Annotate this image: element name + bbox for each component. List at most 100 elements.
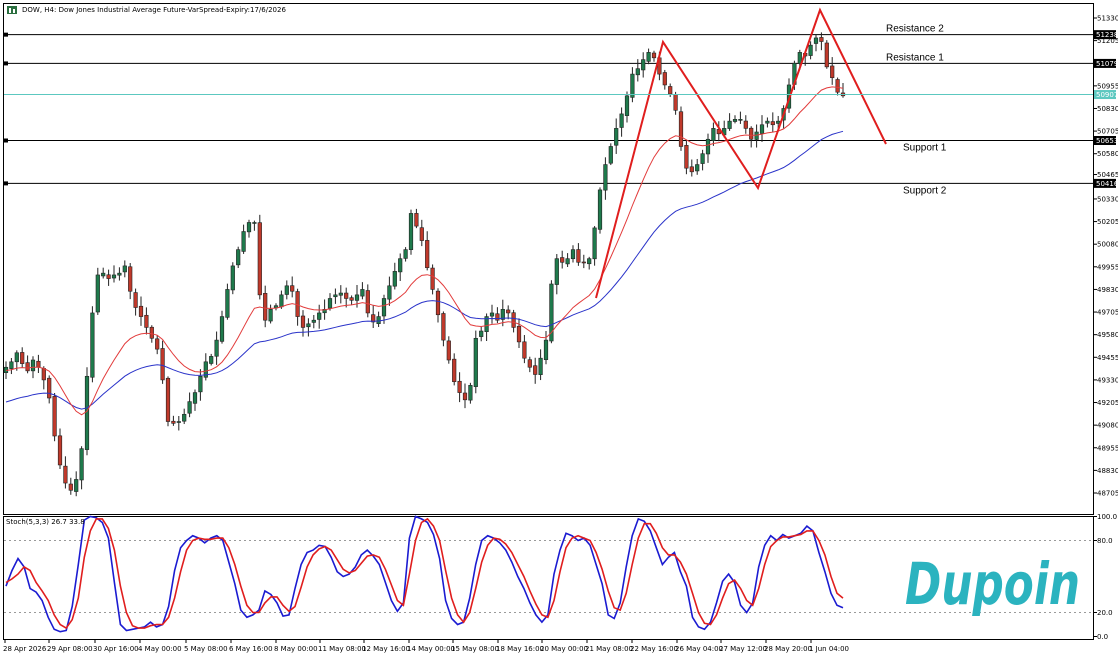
- candle-body: [770, 121, 775, 126]
- y-axis: 5133051205509555083050705505805046550330…: [1093, 15, 1118, 498]
- y-tick-label: 50580: [1097, 150, 1118, 158]
- candle-body: [587, 258, 592, 265]
- level-label: Resistance 1: [886, 52, 944, 63]
- candle-body: [176, 421, 181, 423]
- candle-body: [641, 59, 646, 71]
- x-axis: 28 Apr 2026 29 Apr 08:00 30 Apr 16:00 4 May…: [3, 640, 849, 653]
- candle-body: [776, 120, 781, 124]
- candle-body: [20, 352, 25, 364]
- x-tick-label: 5 May 08:00: [184, 645, 228, 653]
- y-tick-label: 51330: [1097, 15, 1118, 23]
- y-tick-label: 49330: [1097, 376, 1118, 384]
- candle-body: [41, 368, 46, 381]
- chart-window: 51330 51205 50955 50830 50705 50580 50465 50330…: [0, 0, 1118, 657]
- candle-body: [700, 153, 705, 164]
- candle-body: [333, 294, 338, 298]
- candle-body: [543, 339, 549, 360]
- candle-body: [630, 73, 635, 98]
- candle-body: [560, 257, 565, 263]
- candle-body: [149, 326, 154, 339]
- candle-body: [63, 465, 68, 484]
- x-tick-label: 28 Apr 2026: [3, 645, 47, 653]
- candle-body: [597, 189, 603, 230]
- x-tick-label: 21 May 08:00: [585, 645, 633, 653]
- x-tick-label: 18 May 16:00: [496, 645, 544, 653]
- candle-body: [317, 312, 322, 320]
- candle-body: [673, 94, 678, 111]
- y-tick-label: 48705: [1097, 490, 1118, 498]
- x-tick-label: 26 May 04:00: [675, 645, 723, 653]
- candle-body: [408, 213, 414, 250]
- candle-body: [290, 285, 295, 292]
- y-tick-label: 49705: [1097, 309, 1118, 317]
- candle-body: [354, 294, 360, 301]
- level-anchor[interactable]: [4, 181, 8, 186]
- candle-body: [457, 380, 462, 393]
- level-label: Support 2: [903, 185, 947, 196]
- level-label: Support 1: [903, 143, 947, 154]
- candle-body: [128, 266, 133, 292]
- y-tick-label: 49580: [1097, 331, 1118, 339]
- price-chart[interactable]: 5133051205509555083050705505805046550330…: [0, 0, 1118, 657]
- candle-body: [160, 348, 165, 381]
- candle-body: [392, 271, 397, 287]
- candle-body: [570, 249, 576, 260]
- candle-body: [462, 392, 468, 401]
- ema-fast-line: [5, 86, 844, 416]
- candle-body: [138, 305, 144, 317]
- candle-body: [705, 138, 711, 155]
- candle-body: [565, 258, 570, 265]
- x-tick-label: 14 May 00:00: [407, 645, 455, 653]
- candle-body: [95, 274, 100, 313]
- candle-body: [592, 227, 597, 260]
- candle-body: [327, 298, 333, 309]
- x-tick-label: 22 May 16:00: [630, 645, 678, 653]
- candle-body: [473, 337, 478, 387]
- stoch-tick-label: 0.0: [1097, 633, 1108, 641]
- pattern-zigzag-line: [595, 7, 887, 299]
- candle-body: [759, 124, 765, 134]
- candle-body: [155, 338, 160, 350]
- candle-body: [479, 330, 484, 337]
- candle-body: [533, 365, 538, 375]
- candle-body: [338, 292, 343, 296]
- y-tick-label: 50205: [1097, 218, 1118, 226]
- candle-body: [192, 392, 198, 404]
- candle-body: [581, 261, 586, 264]
- candle-body: [306, 323, 311, 328]
- candle-body: [25, 362, 30, 372]
- y-tick-label: 50705: [1097, 128, 1118, 136]
- candle-body: [365, 290, 370, 314]
- candle-body: [689, 166, 694, 173]
- level-anchor[interactable]: [4, 138, 8, 143]
- candle-body: [52, 396, 57, 437]
- x-tick-label: 27 May 12:00: [719, 645, 767, 653]
- candles: [3, 32, 846, 497]
- candle-body: [241, 231, 246, 252]
- candle-body: [257, 222, 262, 296]
- candle-body: [668, 86, 673, 95]
- candle-body: [214, 339, 219, 357]
- candle-body: [30, 359, 36, 372]
- candle-body: [117, 272, 122, 276]
- candle-body: [9, 361, 14, 369]
- level-anchor[interactable]: [4, 61, 8, 66]
- candle-body: [489, 312, 495, 317]
- level-anchor[interactable]: [4, 32, 8, 37]
- dupoin-logo: Dupoin: [905, 550, 1080, 618]
- y-tick-label: 50830: [1097, 105, 1118, 113]
- x-tick-label: 12 May 16:00: [362, 645, 410, 653]
- candle-body: [344, 292, 349, 299]
- candle-body: [732, 119, 738, 122]
- candle-body: [824, 42, 829, 68]
- x-tick-label: 29 Apr 08:00: [47, 645, 93, 653]
- y-tick-label: 49830: [1097, 286, 1118, 294]
- candle-body: [144, 314, 149, 328]
- candle-body: [122, 265, 127, 273]
- candle-body: [101, 272, 106, 277]
- y-tick-label: 50955: [1097, 82, 1118, 90]
- stoch-y-axis: 100.0 80.0 20.0 0.0: [1093, 513, 1117, 641]
- candle-body: [749, 127, 754, 140]
- x-tick-label: 4 May 00:00: [138, 645, 182, 653]
- candle-body: [554, 258, 559, 285]
